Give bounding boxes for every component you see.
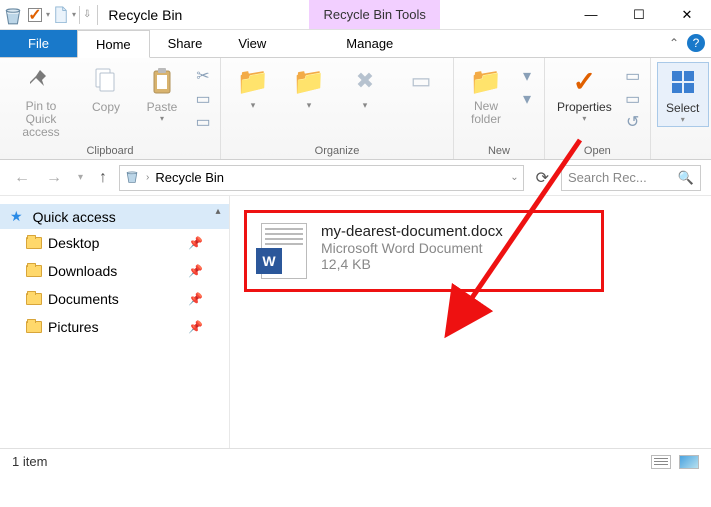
- item-count: 1 item: [12, 454, 47, 469]
- details-view-button[interactable]: [651, 455, 671, 469]
- clipboard-small-buttons: ✂ ▭ ▭: [192, 62, 214, 132]
- edit-icon[interactable]: ▭: [622, 89, 644, 109]
- sidebar-item-desktop[interactable]: Desktop 📌: [0, 229, 229, 257]
- tab-view[interactable]: View: [220, 30, 284, 57]
- group-new-label: New: [460, 143, 538, 159]
- group-organize-label: Organize: [227, 143, 447, 159]
- sidebar-quick-access[interactable]: ★ Quick access: [0, 204, 229, 229]
- word-document-icon: W: [261, 223, 307, 279]
- sidebar-item-label: Pictures: [48, 319, 99, 335]
- history-icon[interactable]: ↺: [622, 112, 644, 132]
- chevron-right-icon[interactable]: ›: [146, 172, 149, 183]
- address-dropdown-icon[interactable]: ⌄: [510, 172, 518, 183]
- up-button[interactable]: ↑: [95, 169, 111, 187]
- group-open-label: Open: [551, 143, 644, 159]
- cut-icon[interactable]: ✂: [192, 66, 214, 86]
- select-button[interactable]: Select ▾: [657, 62, 709, 127]
- paste-button[interactable]: Paste ▾: [136, 62, 188, 125]
- maximize-button[interactable]: ☐: [615, 0, 663, 30]
- pin-label: Pin to Quick access: [12, 100, 70, 140]
- ribbon-tabs: File Home Share View Manage ⌃ ?: [0, 30, 711, 58]
- file-name: my-dearest-document.docx: [321, 223, 503, 240]
- file-size: 12,4 KB: [321, 256, 503, 272]
- easy-access-icon[interactable]: ▾: [516, 89, 538, 109]
- title-bar: ✓ ▾ ▾ ⇩ Recycle Bin Recycle Bin Tools — …: [0, 0, 711, 30]
- recent-locations-button[interactable]: ▾: [74, 172, 87, 183]
- sidebar-item-downloads[interactable]: Downloads 📌: [0, 257, 229, 285]
- folder-icon: [26, 321, 42, 333]
- sidebar-item-label: Desktop: [48, 235, 99, 251]
- recycle-bin-icon: [124, 168, 140, 187]
- refresh-button[interactable]: ⟳: [532, 168, 553, 188]
- scroll-up-icon[interactable]: ▴: [209, 206, 227, 217]
- quick-access-label: Quick access: [33, 209, 116, 225]
- copy-label: Copy: [92, 100, 120, 114]
- pin-icon: 📌: [188, 264, 203, 278]
- recycle-bin-icon[interactable]: [2, 4, 24, 26]
- navigation-pane: ▴ ★ Quick access Desktop 📌 Downloads 📌 D…: [0, 196, 230, 448]
- address-bar[interactable]: › Recycle Bin ⌄: [119, 165, 524, 191]
- new-folder-label: New folder: [466, 100, 506, 126]
- rename-button[interactable]: ▭: [395, 62, 447, 102]
- file-list-pane[interactable]: W my-dearest-document.docx Microsoft Wor…: [230, 196, 711, 448]
- qat-overflow-icon[interactable]: ⇩: [83, 9, 91, 20]
- document-icon[interactable]: [50, 4, 72, 26]
- delete-button[interactable]: ✖: [339, 62, 391, 113]
- help-icon[interactable]: ?: [687, 34, 705, 52]
- large-icons-view-button[interactable]: [679, 455, 699, 469]
- properties-label: Properties: [557, 100, 612, 114]
- properties-button[interactable]: ✓ Properties ▾: [551, 62, 618, 125]
- tab-manage[interactable]: Manage: [328, 30, 411, 57]
- sidebar-item-label: Downloads: [48, 263, 117, 279]
- folder-icon: [26, 265, 42, 277]
- navigation-bar: ← → ▾ ↑ › Recycle Bin ⌄ ⟳ Search Rec... …: [0, 160, 711, 196]
- search-placeholder: Search Rec...: [568, 170, 647, 185]
- open-icon[interactable]: ▭: [622, 66, 644, 86]
- pin-icon: 📌: [188, 320, 203, 334]
- tab-home[interactable]: Home: [77, 30, 150, 58]
- list-item[interactable]: my-dearest-document.docx Microsoft Word …: [321, 223, 503, 272]
- breadcrumb-location[interactable]: Recycle Bin: [155, 170, 224, 185]
- status-bar: 1 item: [0, 448, 711, 474]
- back-button[interactable]: ←: [10, 169, 34, 187]
- copy-button[interactable]: Copy: [80, 62, 132, 116]
- ribbon: Pin to Quick access Copy Paste ▾ ✂ ▭ ▭ C…: [0, 58, 711, 160]
- star-icon: ★: [10, 208, 23, 225]
- new-item-icon[interactable]: ▾: [516, 66, 538, 86]
- chevron-down-icon[interactable]: ▾: [72, 10, 76, 19]
- view-switcher: [651, 455, 699, 469]
- copy-to-button[interactable]: 📁: [283, 62, 335, 113]
- sidebar-item-label: Documents: [48, 291, 119, 307]
- pin-to-quick-access-button[interactable]: Pin to Quick access: [6, 62, 76, 142]
- paste-label: Paste: [147, 100, 178, 114]
- file-type: Microsoft Word Document: [321, 240, 503, 256]
- sidebar-item-pictures[interactable]: Pictures 📌: [0, 313, 229, 341]
- paste-shortcut-icon[interactable]: ▭: [192, 112, 214, 132]
- context-tab-label: Recycle Bin Tools: [309, 0, 439, 29]
- folder-icon: [26, 293, 42, 305]
- folder-icon: [26, 237, 42, 249]
- window-title: Recycle Bin: [102, 7, 182, 23]
- new-folder-button[interactable]: 📁 New folder: [460, 62, 512, 128]
- forward-button[interactable]: →: [42, 169, 66, 187]
- tab-share[interactable]: Share: [150, 30, 221, 57]
- sidebar-item-documents[interactable]: Documents 📌: [0, 285, 229, 313]
- group-clipboard-label: Clipboard: [6, 143, 214, 159]
- search-icon[interactable]: 🔍: [678, 170, 694, 186]
- select-label: Select: [666, 101, 699, 115]
- copy-path-icon[interactable]: ▭: [192, 89, 214, 109]
- pin-icon: 📌: [188, 236, 203, 250]
- tab-file[interactable]: File: [0, 30, 77, 57]
- quick-access-toolbar: ✓ ▾ ▾ ⇩: [0, 4, 93, 26]
- ribbon-expand-icon[interactable]: ⌃: [669, 36, 679, 50]
- annotated-file-highlight: W my-dearest-document.docx Microsoft Wor…: [244, 210, 604, 292]
- search-box[interactable]: Search Rec... 🔍: [561, 165, 701, 191]
- pin-icon: 📌: [188, 292, 203, 306]
- minimize-button[interactable]: —: [567, 0, 615, 30]
- checkbox-icon[interactable]: ✓: [24, 4, 46, 26]
- close-button[interactable]: ✕: [663, 0, 711, 30]
- content-area: ▴ ★ Quick access Desktop 📌 Downloads 📌 D…: [0, 196, 711, 448]
- move-to-button[interactable]: 📁: [227, 62, 279, 113]
